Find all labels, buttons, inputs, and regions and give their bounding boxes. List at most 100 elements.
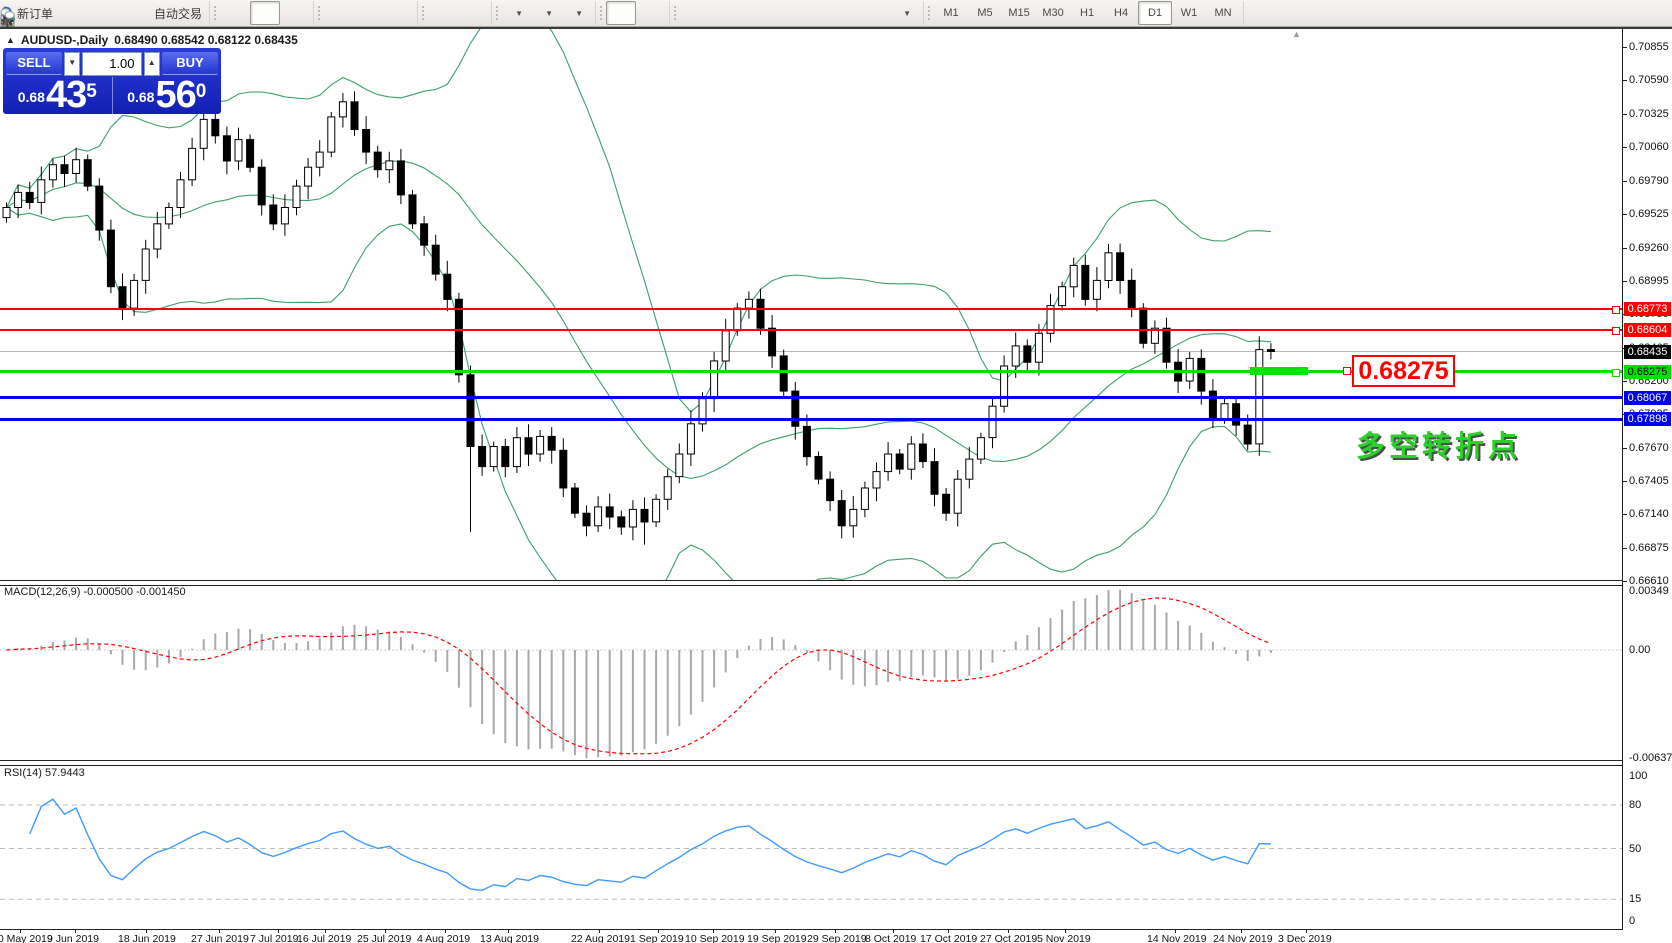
- price-level-badge: 0.67898: [1624, 412, 1671, 426]
- timeframe-w1-button[interactable]: W1: [1172, 1, 1206, 25]
- price-axis-label: 0.69260: [1629, 242, 1669, 254]
- macd-pane[interactable]: [0, 584, 1622, 760]
- indicators-dropdown-icon[interactable]: ▼: [515, 9, 523, 18]
- macd-axis-label: -0.00637: [1629, 752, 1672, 764]
- price-axis-tick: [1623, 248, 1627, 249]
- periods-button[interactable]: ▼: [532, 1, 562, 25]
- text-label-button[interactable]: T: [860, 1, 890, 25]
- arrows-button[interactable]: ▼: [890, 1, 920, 25]
- sell-button[interactable]: SELL: [6, 52, 62, 75]
- rsi-axis-label: 0: [1629, 915, 1635, 927]
- macd-axis-label: 0.00349: [1629, 585, 1669, 597]
- templates-dropdown-icon[interactable]: ▼: [575, 9, 583, 18]
- price-axis-label: 0.70590: [1629, 74, 1669, 86]
- vertical-line-button[interactable]: [680, 1, 710, 25]
- buy-button[interactable]: BUY: [162, 52, 218, 75]
- horizontal-level-line-0.68773[interactable]: [0, 308, 1622, 310]
- zoom-in-button[interactable]: [324, 1, 354, 25]
- price-axis[interactable]: 0.687730.686040.682750.680670.678980.684…: [1623, 29, 1672, 943]
- price-axis-tick: [1623, 80, 1627, 81]
- timeframe-d1-button[interactable]: D1: [1138, 1, 1172, 25]
- community-button[interactable]: [1634, 1, 1664, 25]
- periods-dropdown-icon[interactable]: ▼: [545, 9, 553, 18]
- date-axis-label: 13 Aug 2019: [480, 933, 539, 943]
- volume-decrease-button[interactable]: ▼: [64, 52, 80, 76]
- templates-button[interactable]: ▼: [562, 1, 592, 25]
- line-chart-button[interactable]: [280, 1, 310, 25]
- candlestick-chart-button[interactable]: [250, 1, 280, 25]
- date-axis-label: 3 Dec 2019: [1278, 933, 1332, 943]
- green-line-highlight-segment[interactable]: [1250, 367, 1308, 375]
- new-order-button[interactable]: 新订单: [10, 1, 57, 25]
- timeframe-m30-button[interactable]: M30: [1036, 1, 1070, 25]
- pane-separator[interactable]: [0, 760, 1672, 766]
- price-axis-tick: [1623, 381, 1627, 382]
- price-axis-label: 0.70855: [1629, 41, 1669, 53]
- timeframe-w1-label: W1: [1181, 7, 1198, 19]
- timeframe-m1-button[interactable]: M1: [934, 1, 968, 25]
- fibonacci-button[interactable]: F: [800, 1, 830, 25]
- level-line-anchor-marker[interactable]: [1612, 369, 1620, 377]
- level-line-anchor-marker[interactable]: [1612, 306, 1620, 314]
- timeframe-h4-button[interactable]: H4: [1104, 1, 1138, 25]
- date-axis[interactable]: 30 May 20199 Jun 201918 Jun 201927 Jun 2…: [0, 929, 1672, 943]
- chart-window: ▲ ▲ AUDUSD-,Daily 0.68490 0.68542 0.6812…: [0, 27, 1672, 943]
- toolbar-drag-handle[interactable]: [213, 5, 217, 21]
- toolbar-drag-handle[interactable]: [421, 5, 425, 21]
- chart-shift-button[interactable]: [458, 1, 488, 25]
- crosshair-button[interactable]: [636, 1, 666, 25]
- price-axis-tick: [1623, 147, 1627, 148]
- sell-price[interactable]: 0.68 43 5: [3, 77, 113, 114]
- date-axis-label: 24 Nov 2019: [1213, 933, 1273, 943]
- search-button[interactable]: [1594, 1, 1624, 25]
- level-line-anchor-marker[interactable]: [1612, 327, 1620, 335]
- market-watch-button[interactable]: [87, 1, 117, 25]
- toolbar-drag-handle[interactable]: [673, 5, 677, 21]
- toolbar-group: [418, 1, 492, 25]
- volume-input[interactable]: 1.00: [82, 52, 141, 76]
- chinese-annotation-text[interactable]: 多空转折点: [1356, 423, 1521, 465]
- date-axis-label: 7 Jul 2019: [250, 933, 298, 943]
- toolbar-drag-handle[interactable]: [927, 5, 931, 21]
- horizontal-line-button[interactable]: [710, 1, 740, 25]
- text-button[interactable]: A: [830, 1, 860, 25]
- collapse-triangle-icon[interactable]: ▲: [6, 35, 15, 45]
- quotes-button[interactable]: [57, 1, 87, 25]
- horizontal-level-line-0.67898[interactable]: [0, 418, 1622, 421]
- auto-trading-button[interactable]: 自动交易: [147, 1, 206, 25]
- bar-chart-button[interactable]: [220, 1, 250, 25]
- timeframe-h1-button[interactable]: H1: [1070, 1, 1104, 25]
- toolbar-drag-handle[interactable]: [317, 5, 321, 21]
- arrows-dropdown-icon[interactable]: ▼: [903, 9, 911, 18]
- zoom-out-button[interactable]: [354, 1, 384, 25]
- timeframe-m15-label: M15: [1008, 7, 1029, 19]
- price-chart-pane[interactable]: [0, 29, 1622, 580]
- equidistant-channel-button[interactable]: E: [770, 1, 800, 25]
- buy-price[interactable]: 0.68 56 0: [113, 77, 222, 114]
- timeframe-mn-button[interactable]: MN: [1206, 1, 1240, 25]
- price-axis-label: 0.70060: [1629, 141, 1669, 153]
- cursor-button[interactable]: [606, 1, 636, 25]
- price-axis-tick: [1623, 281, 1627, 282]
- toolbar-drag-handle[interactable]: [599, 5, 603, 21]
- price-axis-tick: [1623, 214, 1627, 215]
- chart-title-row: ▲ AUDUSD-,Daily 0.68490 0.68542 0.68122 …: [6, 33, 298, 47]
- buy-price-prefix: 0.68: [127, 82, 154, 112]
- timeframe-mn-label: MN: [1214, 7, 1231, 19]
- horizontal-level-line-0.68604[interactable]: [0, 329, 1622, 331]
- tile-windows-button[interactable]: [384, 1, 414, 25]
- toolbar-group: M1M5 M15 M30H1H4D1 W1 MN: [924, 1, 1244, 25]
- auto-scroll-button[interactable]: [428, 1, 458, 25]
- price-annotation-box[interactable]: 0.68275: [1352, 355, 1455, 387]
- pane-separator[interactable]: [0, 580, 1672, 586]
- indicators-button[interactable]: ▼: [502, 1, 532, 25]
- price-axis-label: 0.68995: [1629, 275, 1669, 287]
- rsi-pane[interactable]: [0, 764, 1622, 929]
- signals-button[interactable]: [117, 1, 147, 25]
- timeframe-m15-button[interactable]: M15: [1002, 1, 1036, 25]
- toolbar-drag-handle[interactable]: [495, 5, 499, 21]
- timeframe-m5-button[interactable]: M5: [968, 1, 1002, 25]
- volume-increase-button[interactable]: ▲: [144, 52, 160, 76]
- trendline-button[interactable]: [740, 1, 770, 25]
- horizontal-level-line-0.68067[interactable]: [0, 396, 1622, 399]
